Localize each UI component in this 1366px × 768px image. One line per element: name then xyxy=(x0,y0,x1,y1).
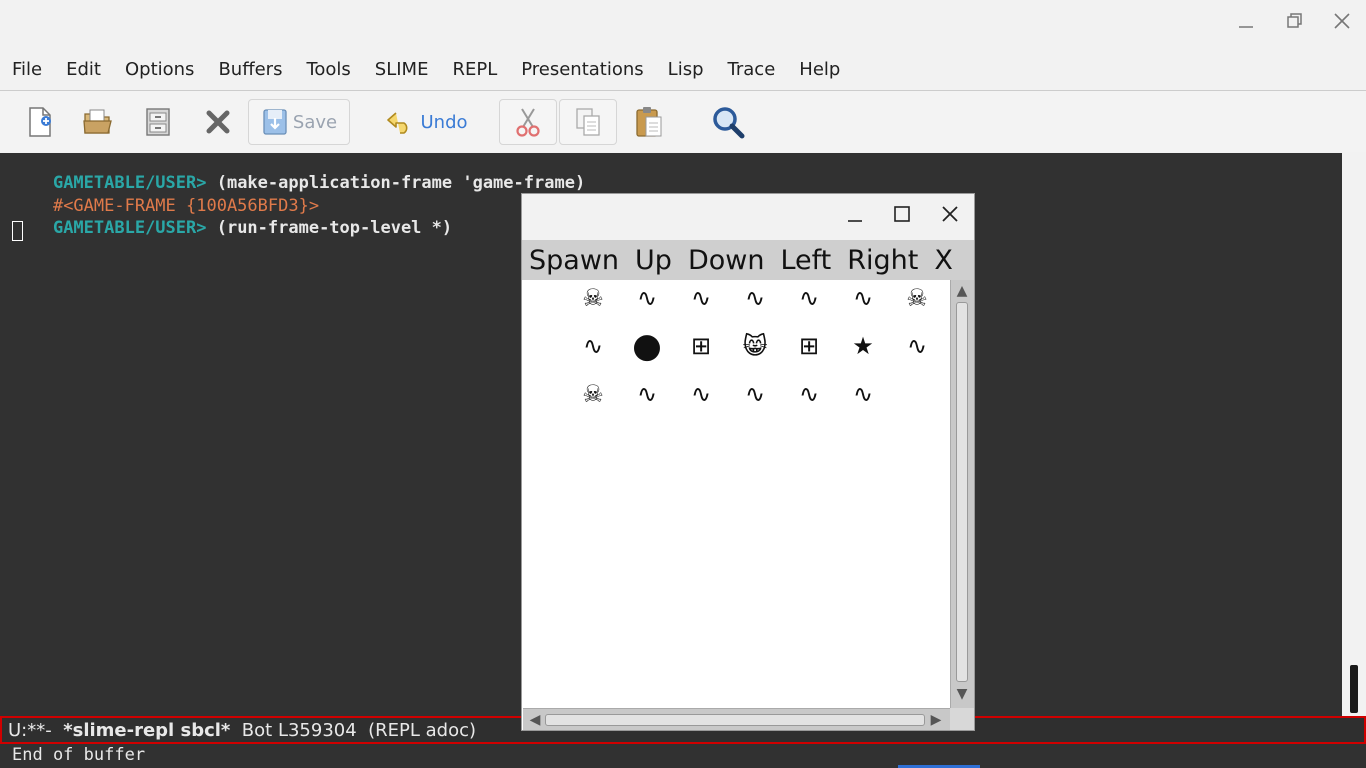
menu-trace[interactable]: Trace xyxy=(728,59,776,80)
search-icon xyxy=(713,107,745,139)
right-command[interactable]: Right xyxy=(847,245,918,276)
minimize-icon[interactable] xyxy=(1231,10,1261,40)
menu-slime[interactable]: SLIME xyxy=(375,59,429,80)
wave-icon: ∿ xyxy=(582,332,604,360)
wave-icon: ∿ xyxy=(852,284,874,312)
wave-icon: ∿ xyxy=(798,380,820,408)
text-cursor xyxy=(12,221,23,241)
game-horizontal-scrollbar[interactable]: ◀ ▶ xyxy=(523,708,950,730)
game-board[interactable]: ☠ ∿ ∿ ∿ ∿ ∿ ☠ ∿ ● ⊞ 😸 ⊞ ★ ∿ ☠ ∿ ∿ ∿ ∿ ∿ xyxy=(523,280,950,708)
save-disk-button[interactable] xyxy=(138,99,178,145)
menu-presentations[interactable]: Presentations xyxy=(521,59,643,80)
boxed-plus-icon: ⊞ xyxy=(798,332,820,360)
copy-icon xyxy=(576,108,600,136)
scroll-up-icon[interactable]: ▲ xyxy=(953,282,971,300)
spawn-command[interactable]: Spawn xyxy=(529,245,619,276)
horizontal-scroll-thumb[interactable] xyxy=(545,714,925,726)
close-buffer-button[interactable] xyxy=(198,99,238,145)
save-button[interactable]: Save xyxy=(248,99,350,145)
game-command-menu: Spawn Up Down Left Right X xyxy=(522,240,974,280)
close-icon[interactable] xyxy=(1327,10,1357,40)
x-command[interactable]: X xyxy=(934,245,953,276)
wave-icon: ∿ xyxy=(744,380,766,408)
game-frame-window[interactable]: Spawn Up Down Left Right X ☠ ∿ ∿ ∿ ∿ ∿ ☠… xyxy=(521,193,975,731)
scroll-right-icon[interactable]: ▶ xyxy=(927,711,945,729)
cut-button[interactable] xyxy=(499,99,557,145)
new-file-button[interactable] xyxy=(20,99,60,145)
game-window-titlebar xyxy=(522,194,974,240)
maximize-icon[interactable] xyxy=(1279,10,1309,40)
open-file-button[interactable] xyxy=(78,99,118,145)
menu-help[interactable]: Help xyxy=(799,59,840,80)
wave-icon: ∿ xyxy=(636,380,658,408)
game-close-icon[interactable] xyxy=(935,202,965,232)
modeline-status: U:**- xyxy=(8,719,64,741)
scrollbar-corner xyxy=(950,708,974,730)
modeline-buffer-name[interactable]: *slime-repl sbcl* xyxy=(63,720,230,741)
wave-icon: ∿ xyxy=(744,284,766,312)
toolbar: Save Undo xyxy=(0,90,1366,152)
menu-file[interactable]: File xyxy=(12,59,42,80)
wave-icon: ∿ xyxy=(906,332,928,360)
file-cabinet-icon xyxy=(146,108,170,136)
repl-prompt: GAMETABLE/USER> xyxy=(52,218,207,238)
left-command[interactable]: Left xyxy=(780,245,831,276)
scissors-icon xyxy=(516,108,540,137)
up-command[interactable]: Up xyxy=(635,245,672,276)
skull-icon: ☠ xyxy=(582,284,604,312)
repl-command: (run-frame-top-level *) xyxy=(206,218,453,238)
wave-icon: ∿ xyxy=(690,380,712,408)
player-circle-icon: ● xyxy=(632,326,662,366)
menu-buffers[interactable]: Buffers xyxy=(218,59,282,80)
vertical-scroll-thumb[interactable] xyxy=(956,302,968,682)
menu-options[interactable]: Options xyxy=(125,59,194,80)
paste-button[interactable] xyxy=(629,99,669,145)
repl-scrollbar-thumb[interactable] xyxy=(1350,665,1358,713)
skull-icon: ☠ xyxy=(906,284,928,312)
menu-edit[interactable]: Edit xyxy=(66,59,101,80)
down-command[interactable]: Down xyxy=(688,245,765,276)
boxed-plus-icon: ⊞ xyxy=(690,332,712,360)
modeline-position: Bot L359304 (REPL adoc) xyxy=(230,719,477,741)
repl-scrollbar[interactable] xyxy=(1342,153,1366,716)
wave-icon: ∿ xyxy=(852,380,874,408)
cat-face-icon: 😸 xyxy=(742,332,768,360)
menu-repl[interactable]: REPL xyxy=(452,59,497,80)
open-folder-icon xyxy=(83,109,112,134)
skull-icon: ☠ xyxy=(582,380,604,408)
save-label: Save xyxy=(292,111,338,133)
game-vertical-scrollbar[interactable]: ▲ ▼ xyxy=(950,280,974,708)
star-icon: ★ xyxy=(852,332,874,360)
menu-bar: File Edit Options Buffers Tools SLIME RE… xyxy=(0,50,1366,88)
menu-lisp[interactable]: Lisp xyxy=(668,59,704,80)
new-file-icon xyxy=(29,107,51,137)
scroll-down-icon[interactable]: ▼ xyxy=(953,685,971,703)
game-minimize-icon[interactable] xyxy=(840,202,870,232)
search-button[interactable] xyxy=(708,99,748,145)
close-x-icon xyxy=(206,110,230,134)
game-maximize-icon[interactable] xyxy=(887,202,917,232)
wave-icon: ∿ xyxy=(798,284,820,312)
save-icon xyxy=(263,109,287,135)
undo-button[interactable]: Undo xyxy=(380,99,472,145)
scroll-left-icon[interactable]: ◀ xyxy=(526,711,544,729)
menu-tools[interactable]: Tools xyxy=(306,59,350,80)
undo-arrow-icon xyxy=(387,112,408,134)
echo-message: End of buffer xyxy=(12,745,146,765)
copy-button[interactable] xyxy=(559,99,617,145)
undo-label: Undo xyxy=(420,111,468,133)
clipboard-icon xyxy=(636,107,662,137)
repl-line-3: GAMETABLE/USER> (run-frame-top-level *) xyxy=(12,198,452,258)
window-titlebar xyxy=(0,0,1366,50)
wave-icon: ∿ xyxy=(636,284,658,312)
echo-area: End of buffer xyxy=(0,744,1366,768)
wave-icon: ∿ xyxy=(690,284,712,312)
